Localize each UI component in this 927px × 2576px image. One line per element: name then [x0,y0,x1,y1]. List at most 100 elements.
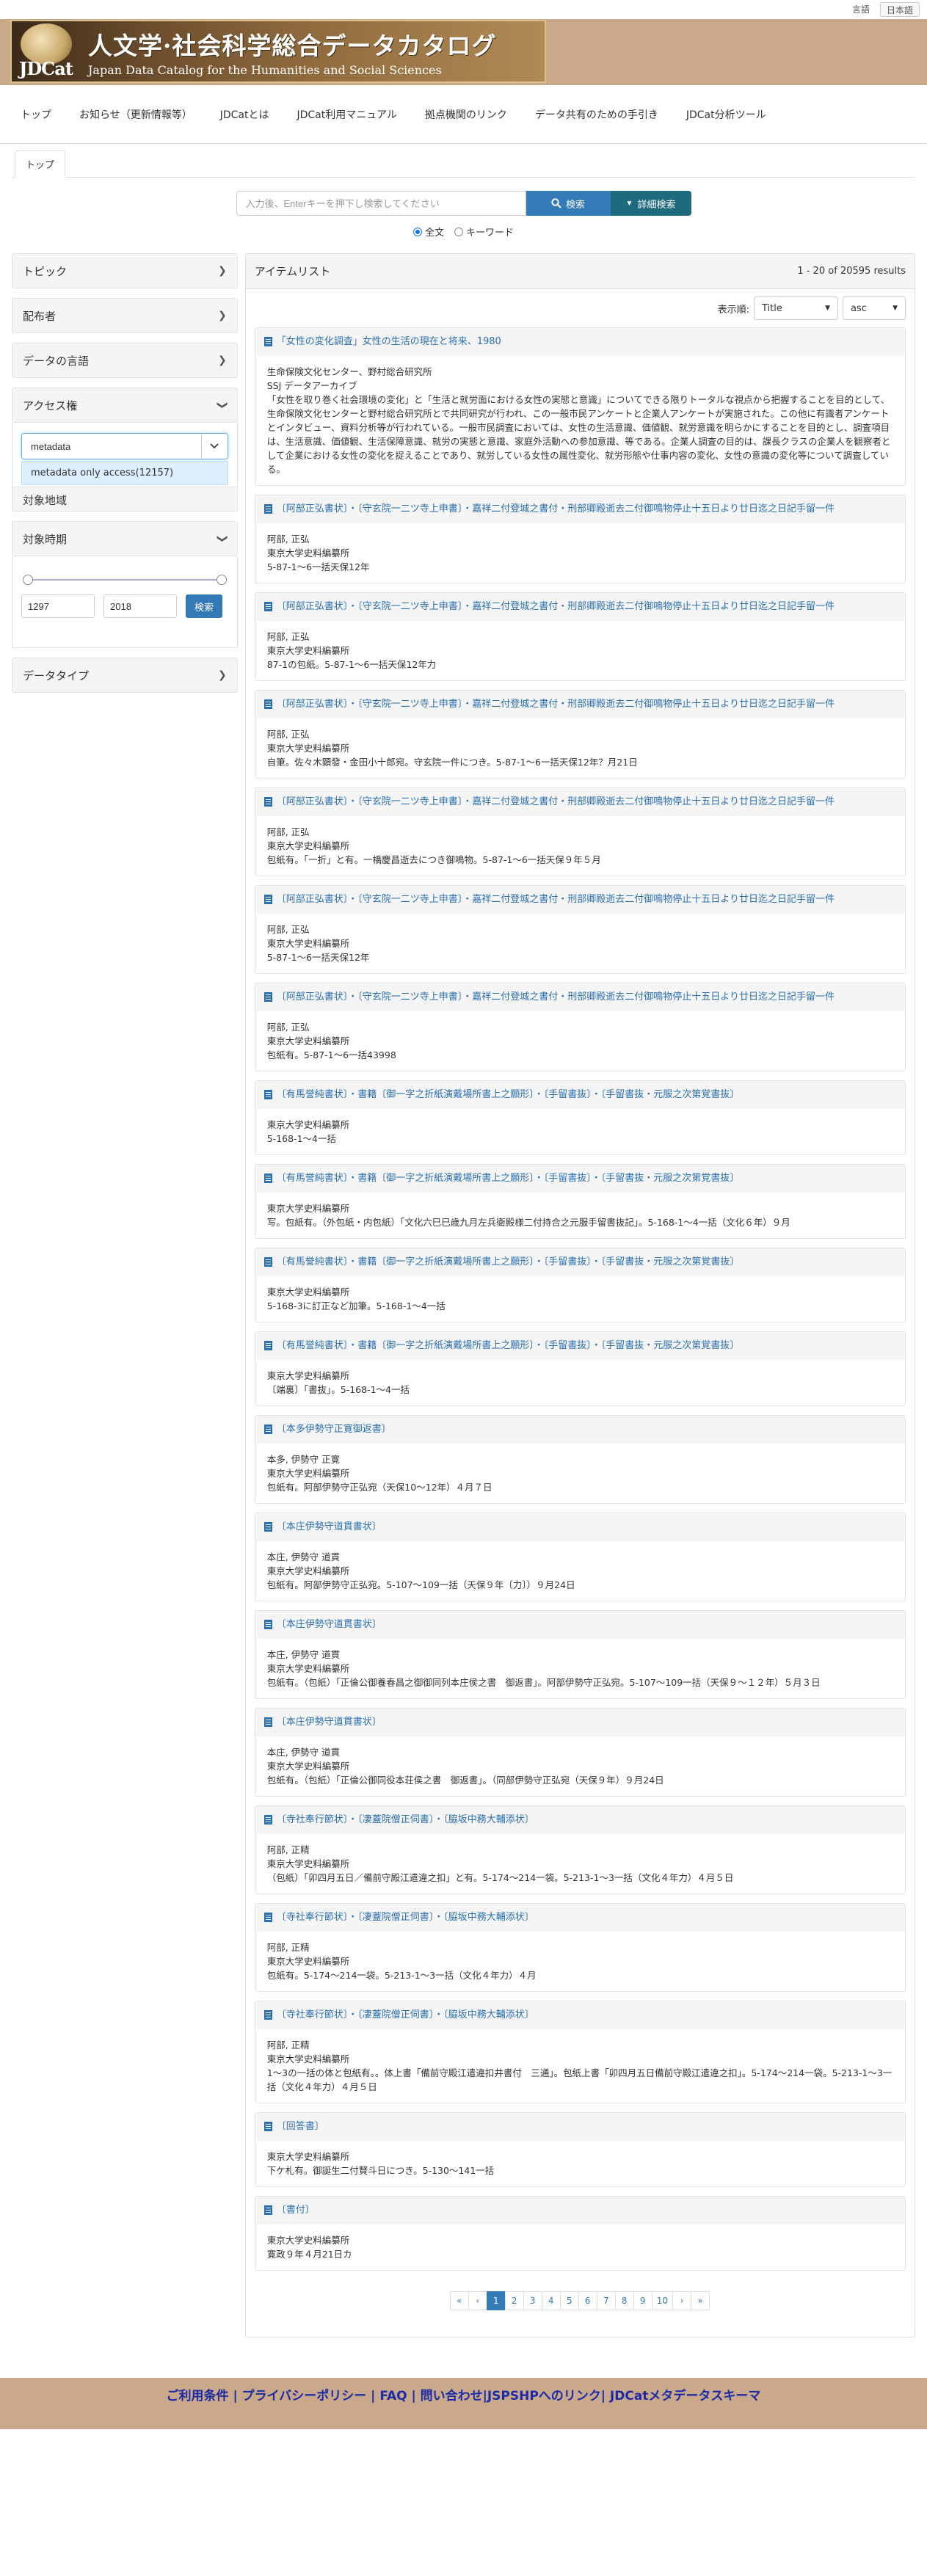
item-title-link[interactable]: 〔本庄伊勢守道貫書状〕 [255,1611,905,1639]
list-item: 〔有馬誉純書状〕・書籍〔御一字之折紙演戴場所書上之願形〕・〔手留書抜〕・〔手留書… [254,1331,906,1406]
sort-field-select[interactable]: Title ▼ [754,296,838,320]
item-title-link[interactable]: 〔阿部正弘書状〕・〔守玄院一二ツ寺上申書〕・嘉祥二付登城之書付・刑部卿殿逝去二付… [255,788,905,816]
breadcrumb: トップ [12,150,915,178]
document-icon [263,337,272,346]
item-title: 〔有馬誉純書状〕・書籍〔御一字之折紙演戴場所書上之願形〕・〔手留書抜〕・〔手留書… [276,1173,740,1184]
item-title: 〔有馬誉純書状〕・書籍〔御一字之折紙演戴場所書上之願形〕・〔手留書抜〕・〔手留書… [276,1089,740,1100]
document-icon [263,1090,272,1099]
item-title-link[interactable]: 〔有馬誉純書状〕・書籍〔御一字之折紙演戴場所書上之願形〕・〔手留書抜〕・〔手留書… [255,1332,905,1360]
chevron-down-icon: ▼ [893,305,898,312]
item-title: 〔阿部正弘書状〕・〔守玄院一二ツ寺上申書〕・嘉祥二付登城之書付・刑部卿殿逝去二付… [276,894,835,905]
item-title-link[interactable]: 〔本多伊勢守正寛御返書〕 [255,1416,905,1444]
page-link[interactable]: « [449,2291,469,2310]
item-title-link[interactable]: 〔本庄伊勢守道貫書状〕 [255,1513,905,1541]
facet-period[interactable]: 対象時期 ❯ [12,521,238,556]
item-title: 〔本多伊勢守正寛御返書〕 [276,1424,391,1435]
period-search-button[interactable]: 検索 [186,594,223,618]
list-item: 〔有馬誉純書状〕・書籍〔御一字之折紙演戴場所書上之願形〕・〔手留書抜〕・〔手留書… [254,1248,906,1322]
item-detail-line: 阿部, 正精 [266,1942,310,1953]
slider-handle-min[interactable] [23,575,33,585]
item-title-link[interactable]: 〔阿部正弘書状〕・〔守玄院一二ツ寺上申書〕・嘉祥二付登城之書付・刑部卿殿逝去二付… [255,886,905,914]
advanced-search-label: 詳細検索 [637,198,676,210]
page-link[interactable]: » [691,2291,710,2310]
slider-handle-max[interactable] [216,575,227,585]
search-button[interactable]: 検索 [526,191,611,216]
search-input[interactable] [236,191,526,216]
language-select-japanese[interactable]: 日本語 [879,2,920,17]
page-link[interactable]: 1 [486,2291,506,2310]
nav-news[interactable]: お知らせ（更新情報等） [79,107,192,122]
page-link[interactable]: › [672,2291,691,2310]
item-detail-line: 5-168-1〜4一括 [266,1133,336,1144]
page-link[interactable]: 2 [504,2291,524,2310]
page-link[interactable]: 6 [578,2291,597,2310]
page-link[interactable]: 7 [596,2291,616,2310]
chevron-down-icon[interactable] [200,434,228,459]
nav-about[interactable]: JDCatとは [220,107,269,122]
item-title-link[interactable]: 〔阿部正弘書状〕・〔守玄院一二ツ寺上申書〕・嘉祥二付登城之書付・刑部卿殿逝去二付… [255,983,905,1011]
item-details: 阿部, 正弘 東京大学史料編纂所 自筆。佐々木顕發・金田小十郎宛。守玄院一件につき。… [255,718,905,778]
list-item: 〔阿部正弘書状〕・〔守玄院一二ツ寺上申書〕・嘉祥二付登城之書付・刑部卿殿逝去二付… [254,885,906,974]
item-title-link[interactable]: 〔書付〕 [255,2197,905,2224]
item-title-link[interactable]: 〔阿部正弘書状〕・〔守玄院一二ツ寺上申書〕・嘉祥二付登城之書付・刑部卿殿逝去二付… [255,495,905,523]
item-title-link[interactable]: 〔本庄伊勢守道貫書状〕 [255,1709,905,1736]
nav-guide[interactable]: データ共有のための手引き [535,107,658,122]
radio-fulltext[interactable]: 全文 [412,225,444,239]
breadcrumb-top[interactable]: トップ [15,150,66,178]
item-title: 〔有馬誉純書状〕・書籍〔御一字之折紙演戴場所書上之願形〕・〔手留書抜〕・〔手留書… [276,1340,740,1351]
logo-jdcat: JDCat [19,58,73,79]
item-details: 東京大学史料編纂所 5-168-3に訂正など加筆。5-168-1〜4一括 [255,1276,905,1322]
item-title: 〔寺社奉行節状〕・〔凄蓋院僧正伺書〕・〔脇坂中務大輔添状〕 [276,1814,534,1825]
item-title-link[interactable]: 〔阿部正弘書状〕・〔守玄院一二ツ寺上申書〕・嘉祥二付登城之書付・刑部卿殿逝去二付… [255,691,905,718]
period-from-input[interactable] [21,594,95,618]
facet-sidebar: トピック ❯ 配布者 ❯ データの言語 ❯ アクセス権 ❯ metadata only … [12,253,238,2337]
page-link[interactable]: 8 [614,2291,634,2310]
facet-language[interactable]: データの言語 ❯ [12,343,238,378]
page-link[interactable]: 9 [633,2291,652,2310]
item-detail-line: 東京大学史料編纂所 [266,547,350,559]
period-to-input[interactable] [103,594,177,618]
nav-manual[interactable]: JDCat利用マニュアル [297,107,397,122]
item-detail-line: 本庄, 伊勢守 道貫 [266,1649,341,1660]
page-link[interactable]: 10 [651,2291,673,2310]
facet-topic[interactable]: トピック ❯ [12,253,238,288]
facet-distributor-label: 配布者 [23,309,57,323]
page-link[interactable]: ‹ [468,2291,487,2310]
nav-links[interactable]: 拠点機関のリンク [425,107,507,122]
item-title-link[interactable]: 〔回答書〕 [255,2113,905,2141]
facet-region[interactable]: 対象地域 [12,487,238,512]
item-title-link[interactable]: 〔寺社奉行節状〕・〔凄蓋院僧正伺書〕・〔脇坂中務大輔添状〕 [255,1904,905,1932]
footer-links[interactable]: ご利用条件 | プライバシーポリシー | FAQ | 問い合わせ|JSPSHPへ… [167,2385,761,2404]
page-link[interactable]: 3 [523,2291,542,2310]
item-detail-line: 本庄, 伊勢守 道貫 [266,1747,341,1758]
access-option[interactable]: metadata only access(12157) [21,461,228,485]
facet-datatype[interactable]: データタイプ ❯ [12,658,238,693]
item-title-link[interactable]: 〔寺社奉行節状〕・〔凄蓋院僧正伺書〕・〔脇坂中務大輔添状〕 [255,1806,905,1834]
search-bar: 検索 ▼ 詳細検索 [0,191,927,216]
sort-order-select[interactable]: asc ▼ [843,296,906,320]
item-title-link[interactable]: 〔有馬誉純書状〕・書籍〔御一字之折紙演戴場所書上之願形〕・〔手留書抜〕・〔手留書… [255,1248,905,1276]
advanced-search-button[interactable]: ▼ 詳細検索 [610,191,691,216]
radio-keyword[interactable]: キーワード [454,225,514,239]
page-link[interactable]: 4 [541,2291,561,2310]
nav-top[interactable]: トップ [21,107,51,122]
item-details: 阿部, 正弘 東京大学史料編纂所 包紙有。5-87-1〜6一括43998 [255,1011,905,1071]
nav-tools[interactable]: JDCat分析ツール [686,107,766,122]
facet-distributor[interactable]: 配布者 ❯ [12,298,238,333]
sort-order-value: asc [851,302,867,314]
period-slider[interactable] [23,571,227,589]
radio-fulltext-label: 全文 [424,228,444,239]
item-detail-line: 「女性を取り巻く社会環境の変化」と「生活と就労面における女性の実態と意識」につい… [266,394,891,475]
access-filter-input[interactable] [22,434,201,459]
item-title-link[interactable]: 〔有馬誉純書状〕・書籍〔御一字之折紙演戴場所書上之願形〕・〔手留書抜〕・〔手留書… [255,1081,905,1109]
item-detail-line: 自筆。佐々木顕發・金田小十郎宛。守玄院一件につき。5-87-1〜6一括天保12年… [266,757,638,768]
item-detail-line: 87-1の包紙。5-87-1〜6一括天保12年力 [266,659,437,670]
facet-access[interactable]: アクセス権 ❯ [12,388,238,423]
site-logo[interactable]: JDCat 人文学·社会科学総合データカタログ Japan Data Catal… [10,20,546,83]
access-combobox[interactable] [21,433,228,459]
item-title-link[interactable]: 「女性の変化調査」女性の生活の現在と将来、1980 [255,328,905,356]
item-title-link[interactable]: 〔阿部正弘書状〕・〔守玄院一二ツ寺上申書〕・嘉祥二付登城之書付・刑部卿殿逝去二付… [255,593,905,621]
item-title-link[interactable]: 〔寺社奉行節状〕・〔凄蓋院僧正伺書〕・〔脇坂中務大輔添状〕 [255,2001,905,2029]
item-title-link[interactable]: 〔有馬誉純書状〕・書籍〔御一字之折紙演戴場所書上之願形〕・〔手留書抜〕・〔手留書… [255,1165,905,1193]
page-link[interactable]: 5 [559,2291,579,2310]
